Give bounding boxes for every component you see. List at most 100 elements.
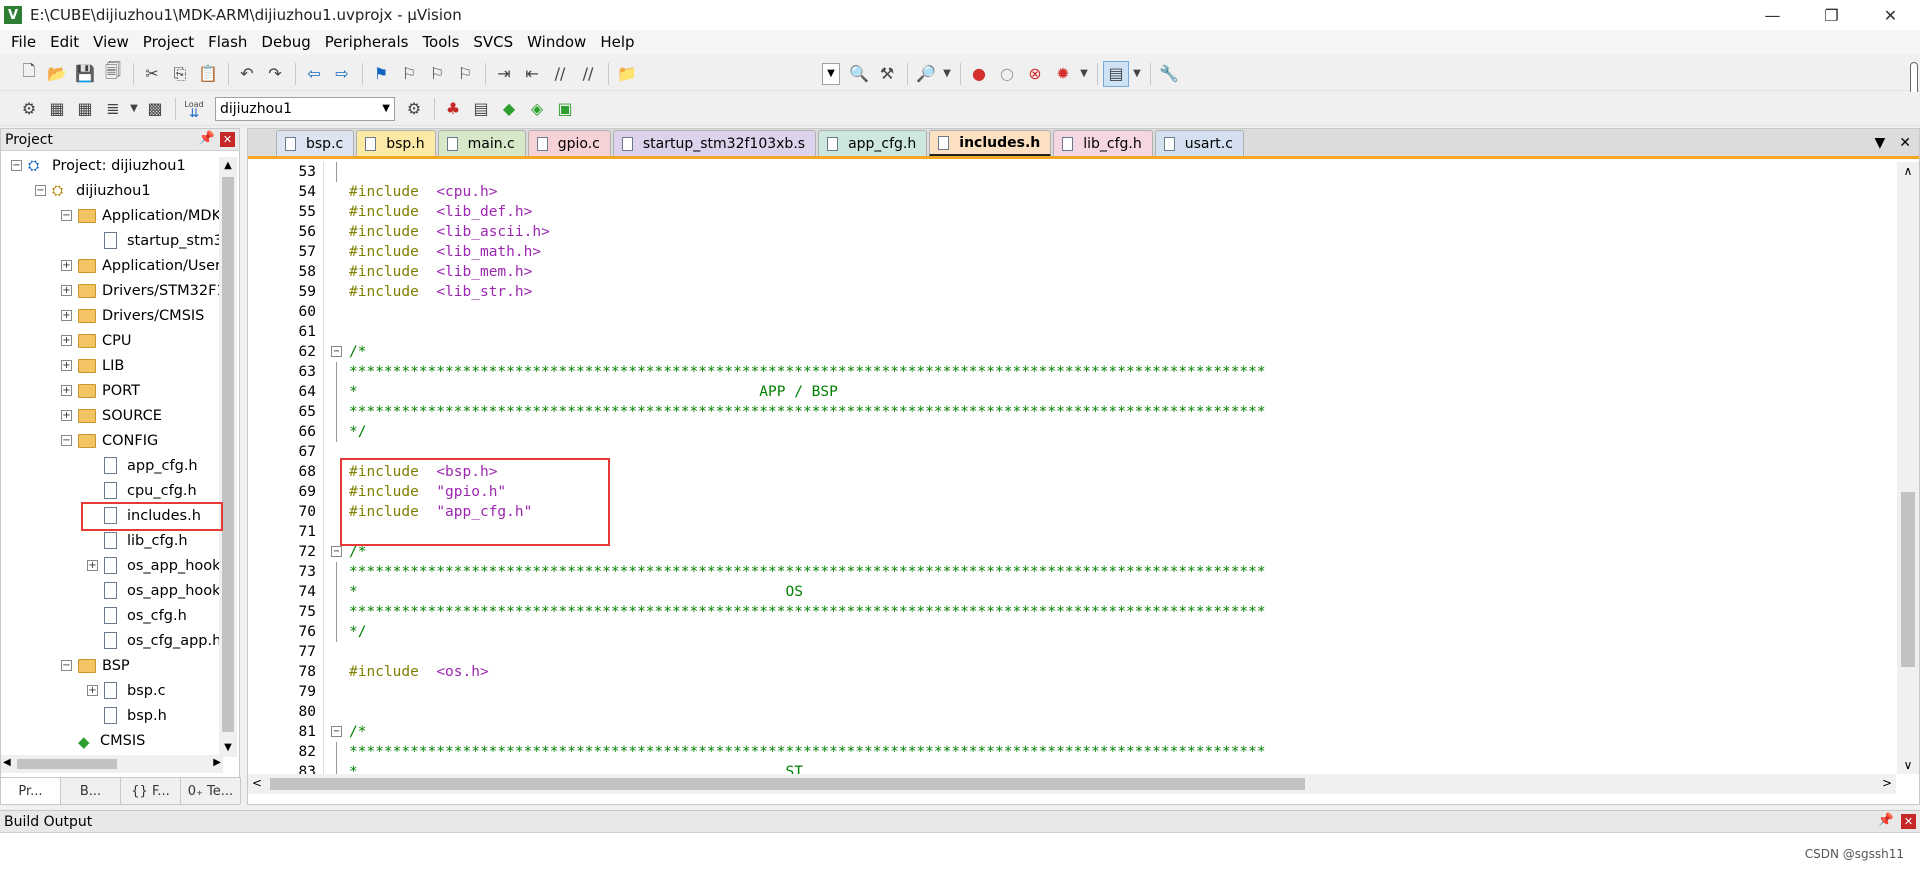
- rebuild-icon[interactable]: ▦: [72, 96, 98, 122]
- tree-item[interactable]: − ⛭ Project: dijiuzhou1: [11, 153, 186, 178]
- navigate-forward-icon[interactable]: ⇨: [329, 61, 355, 87]
- code-line[interactable]: 62 −/*: [248, 342, 1888, 362]
- close-window-button[interactable]: ✕: [1861, 0, 1920, 30]
- tree-item[interactable]: os_cfg_app.h: [87, 628, 221, 653]
- prev-bookmark-icon[interactable]: ⚐: [396, 61, 422, 87]
- file-tab[interactable]: bsp.h: [356, 130, 436, 156]
- uncomment-icon[interactable]: //: [575, 61, 601, 87]
- scroll-left-icon[interactable]: ◀: [3, 757, 11, 768]
- code-line[interactable]: 78 #include <os.h>: [248, 662, 1888, 682]
- tree-item[interactable]: lib_cfg.h: [87, 528, 188, 553]
- expand-icon[interactable]: +: [61, 310, 72, 321]
- configure-icon[interactable]: 🔧: [1156, 61, 1182, 87]
- collapse-icon[interactable]: −: [61, 435, 72, 446]
- fold-collapse-icon[interactable]: −: [331, 726, 342, 737]
- scroll-up-icon[interactable]: ∧: [1897, 164, 1919, 178]
- fold-collapse-icon[interactable]: −: [331, 546, 342, 557]
- menu-project[interactable]: Project: [136, 30, 201, 54]
- code-line[interactable]: 79: [248, 682, 1888, 702]
- scroll-right-icon[interactable]: >: [1882, 776, 1892, 790]
- file-tab[interactable]: gpio.c: [527, 130, 611, 156]
- debug-dropdown-icon[interactable]: ▼: [941, 61, 953, 87]
- tree-item[interactable]: − Application/MDK-ARM: [61, 203, 223, 228]
- navigate-back-icon[interactable]: ⇦: [301, 61, 327, 87]
- layout-dropdown-icon[interactable]: ▼: [1131, 61, 1143, 87]
- code-line[interactable]: 83 * ST: [248, 762, 1888, 774]
- menu-debug[interactable]: Debug: [254, 30, 317, 54]
- code-line[interactable]: 57 #include <lib_math.h>: [248, 242, 1888, 262]
- code-line[interactable]: 53: [248, 162, 1888, 182]
- code-line[interactable]: 56 #include <lib_ascii.h>: [248, 222, 1888, 242]
- scroll-thumb[interactable]: [270, 778, 1305, 790]
- editor-vertical-scrollbar[interactable]: ∧ ∨: [1897, 162, 1919, 774]
- tree-item[interactable]: + Drivers/CMSIS: [61, 303, 204, 328]
- collapse-icon[interactable]: −: [61, 210, 72, 221]
- expand-icon[interactable]: +: [61, 335, 72, 346]
- collapse-icon[interactable]: −: [35, 185, 46, 196]
- next-bookmark-icon[interactable]: ⚐: [424, 61, 450, 87]
- undo-icon[interactable]: ↶: [234, 61, 260, 87]
- code-line[interactable]: 73 **************************************…: [248, 562, 1888, 582]
- collapse-icon[interactable]: −: [61, 660, 72, 671]
- insert-breakpoint-icon[interactable]: ●: [966, 61, 992, 87]
- tree-item[interactable]: + os_app_hooks.c: [87, 553, 223, 578]
- menu-svcs[interactable]: SVCS: [466, 30, 520, 54]
- tab-list-dropdown-icon[interactable]: ▼: [1874, 135, 1885, 151]
- paste-icon[interactable]: 📋: [195, 61, 221, 87]
- restore-button[interactable]: ❐: [1802, 0, 1861, 30]
- debug-session-icon[interactable]: 🔎: [913, 61, 939, 87]
- stop-build-icon[interactable]: ▩: [142, 96, 168, 122]
- build-icon[interactable]: ▦: [44, 96, 70, 122]
- fold-collapse-icon[interactable]: −: [331, 346, 342, 357]
- code-line[interactable]: 81 −/*: [248, 722, 1888, 742]
- code-line[interactable]: 60: [248, 302, 1888, 322]
- tab-books[interactable]: B...: [61, 778, 121, 804]
- tree-item[interactable]: os_app_hooks.h: [87, 578, 223, 603]
- code-line[interactable]: 55 #include <lib_def.h>: [248, 202, 1888, 222]
- redo-icon[interactable]: ↷: [262, 61, 288, 87]
- disable-breakpoints-icon[interactable]: ⊗: [1022, 61, 1048, 87]
- file-tab[interactable]: bsp.c: [276, 130, 355, 156]
- tree-item[interactable]: startup_stm32f103xb.s: [87, 228, 223, 253]
- run-time-env-icon[interactable]: ◆: [496, 96, 522, 122]
- close-tab-icon[interactable]: ✕: [1899, 135, 1911, 151]
- tree-item[interactable]: + PORT: [61, 378, 140, 403]
- bookmark-icon[interactable]: ⚑: [368, 61, 394, 87]
- file-tab[interactable]: includes.h: [929, 130, 1052, 156]
- scroll-down-icon[interactable]: ∨: [1897, 758, 1919, 772]
- code-line[interactable]: 80: [248, 702, 1888, 722]
- close-icon[interactable]: ✕: [220, 132, 235, 147]
- manage-components-icon[interactable]: ▤: [468, 96, 494, 122]
- tree-item[interactable]: + Application/User: [61, 253, 221, 278]
- menu-view[interactable]: View: [86, 30, 136, 54]
- scroll-thumb[interactable]: [1901, 492, 1915, 667]
- code-line[interactable]: 63 **************************************…: [248, 362, 1888, 382]
- code-line[interactable]: 77: [248, 642, 1888, 662]
- menu-edit[interactable]: Edit: [43, 30, 86, 54]
- tab-functions[interactable]: {} F...: [121, 778, 181, 804]
- expand-icon[interactable]: +: [61, 260, 72, 271]
- breakpoint-dropdown-icon[interactable]: ▼: [1078, 61, 1090, 87]
- code-line[interactable]: 58 #include <lib_mem.h>: [248, 262, 1888, 282]
- tree-item[interactable]: os_cfg.h: [87, 603, 187, 628]
- tab-project[interactable]: Pr...: [1, 778, 61, 804]
- cut-icon[interactable]: ✂: [139, 61, 165, 87]
- code-line[interactable]: 82 **************************************…: [248, 742, 1888, 762]
- expand-icon[interactable]: +: [61, 385, 72, 396]
- file-tab[interactable]: main.c: [437, 130, 526, 156]
- kill-breakpoints-icon[interactable]: ✹: [1050, 61, 1076, 87]
- code-line[interactable]: 76 */: [248, 622, 1888, 642]
- menu-peripherals[interactable]: Peripherals: [318, 30, 416, 54]
- file-extensions-icon[interactable]: ♣: [440, 96, 466, 122]
- save-icon[interactable]: 💾: [72, 61, 98, 87]
- indent-icon[interactable]: ⇥: [491, 61, 517, 87]
- pack-installer-icon[interactable]: ◈: [524, 96, 550, 122]
- code-line[interactable]: 64 * APP / BSP: [248, 382, 1888, 402]
- file-tab[interactable]: app_cfg.h: [818, 130, 928, 156]
- copy-icon[interactable]: ⎘: [167, 61, 193, 87]
- target-options-icon[interactable]: ⚙: [401, 96, 427, 122]
- expand-icon[interactable]: +: [87, 685, 98, 696]
- target-select[interactable]: dijiuzhou1 ▼: [215, 96, 395, 121]
- find-combo-dropdown[interactable]: ▼: [822, 62, 840, 85]
- tree-item[interactable]: − ⛭ dijiuzhou1: [35, 178, 151, 203]
